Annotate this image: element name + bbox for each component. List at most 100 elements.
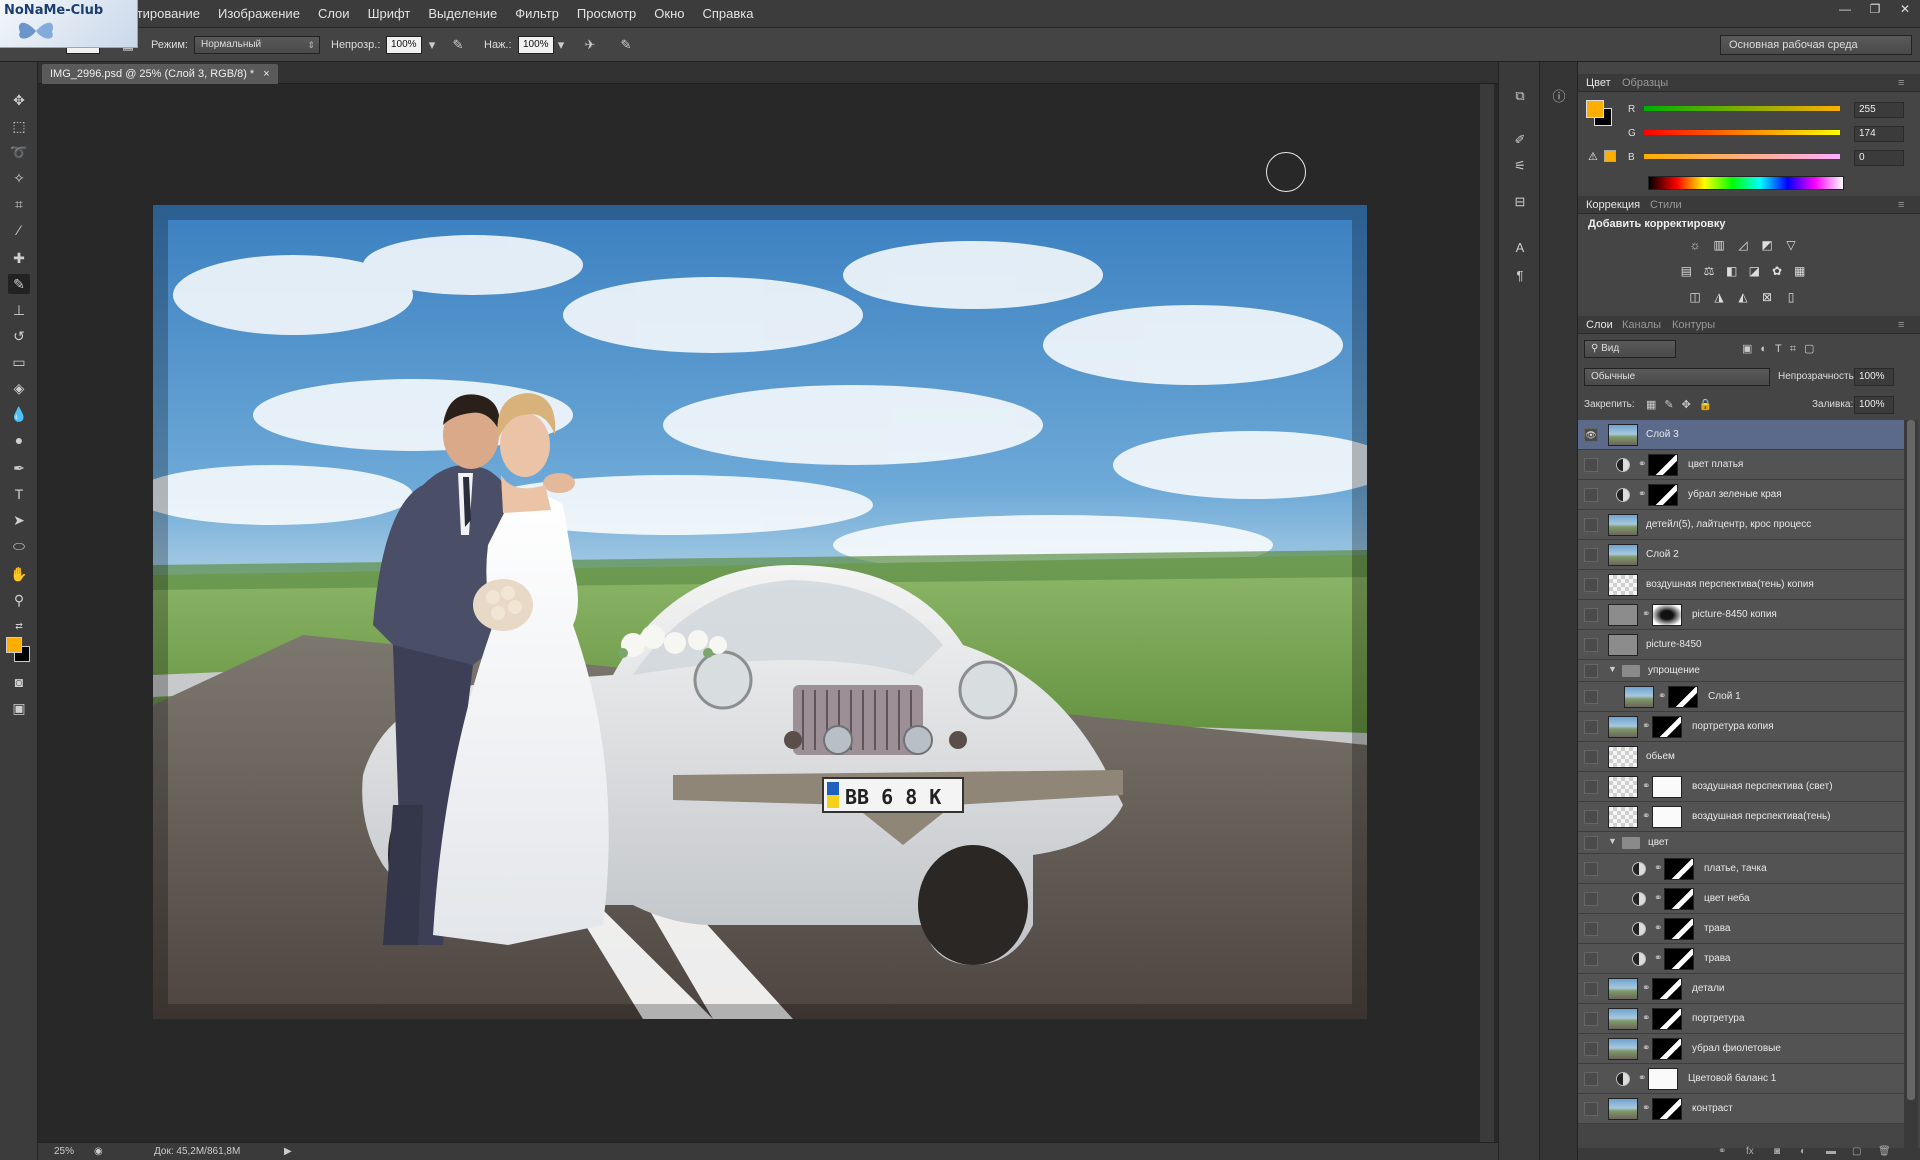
delete-layer-icon[interactable]: 🗑	[1878, 1146, 1891, 1157]
tab-layers[interactable]: Слои	[1586, 319, 1613, 331]
mask-link-icon[interactable]: ⚭	[1642, 1042, 1650, 1056]
visibility-toggle-icon[interactable]	[1584, 488, 1598, 502]
visibility-toggle-icon[interactable]	[1584, 664, 1598, 678]
layer-mask-thumbnail[interactable]	[1652, 1008, 1682, 1030]
mask-link-icon[interactable]: ⚭	[1658, 690, 1666, 704]
selective-color-icon[interactable]: ⊠	[1758, 288, 1776, 306]
red-value[interactable]: 255	[1854, 102, 1904, 118]
layer-group-row[interactable]: ▼ упрощение	[1578, 660, 1904, 682]
green-slider[interactable]: G 174	[1628, 126, 1918, 144]
type-tool-icon[interactable]: T	[8, 484, 30, 504]
visibility-toggle-icon[interactable]	[1584, 720, 1598, 734]
pen-tool-icon[interactable]: ✒	[8, 458, 30, 478]
menu-window[interactable]: Окно	[645, 6, 693, 21]
layer-row[interactable]: ⚭ детали	[1578, 974, 1904, 1004]
curves-icon[interactable]: ◿	[1734, 236, 1752, 254]
layer-opacity-field[interactable]: 100%	[1854, 368, 1894, 386]
layer-row[interactable]: ⚭ платье, тачка	[1578, 854, 1904, 884]
mask-link-icon[interactable]: ⚭	[1654, 862, 1662, 876]
eraser-tool-icon[interactable]: ▭	[8, 352, 30, 372]
mask-link-icon[interactable]: ⚭	[1642, 1012, 1650, 1026]
layer-mask-thumbnail[interactable]	[1648, 1068, 1678, 1090]
visibility-toggle-icon[interactable]	[1584, 1042, 1598, 1056]
tab-styles[interactable]: Стили	[1650, 199, 1682, 211]
layers-scroll-thumb[interactable]	[1907, 420, 1915, 1100]
menu-filter[interactable]: Фильтр	[506, 6, 568, 21]
layer-mask-thumbnail[interactable]	[1664, 858, 1694, 880]
blur-tool-icon[interactable]: 💧	[8, 404, 30, 424]
new-layer-icon[interactable]: ▢	[1852, 1146, 1861, 1157]
path-select-tool-icon[interactable]: ➤	[8, 510, 30, 530]
visibility-toggle-icon[interactable]	[1584, 1102, 1598, 1116]
blend-mode-select[interactable]: Обычные	[1584, 368, 1770, 386]
visibility-toggle-icon[interactable]	[1584, 952, 1598, 966]
close-button[interactable]: ✕	[1890, 0, 1920, 18]
layer-mask-thumbnail[interactable]	[1652, 806, 1682, 828]
quick-mask-icon[interactable]: ◙	[8, 672, 30, 692]
mask-link-icon[interactable]: ⚭	[1642, 720, 1650, 734]
black-white-icon[interactable]: ◧	[1723, 262, 1740, 280]
lock-icons[interactable]: ▦✎✥🔒	[1646, 398, 1721, 411]
mask-link-icon[interactable]: ⚭	[1642, 982, 1650, 996]
tablet-opacity-icon[interactable]: ✎	[450, 37, 466, 53]
visibility-toggle-icon[interactable]	[1584, 780, 1598, 794]
paragraph-panel-icon[interactable]: ¶	[1510, 266, 1530, 286]
new-group-icon[interactable]: ▬	[1826, 1146, 1836, 1157]
mask-link-icon[interactable]: ⚭	[1654, 952, 1662, 966]
new-adjustment-icon[interactable]: ◐	[1800, 1146, 1806, 1157]
visibility-toggle-icon[interactable]	[1584, 836, 1598, 850]
crop-tool-icon[interactable]: ⌗	[8, 194, 30, 214]
dodge-tool-icon[interactable]: ●	[8, 430, 30, 450]
exposure-icon[interactable]: ◩	[1758, 236, 1776, 254]
visibility-toggle-icon[interactable]	[1584, 548, 1598, 562]
filter-type-icons[interactable]: ▣◐T⌗▢	[1742, 342, 1822, 356]
menu-type[interactable]: Шрифт	[359, 6, 420, 21]
green-slider-track[interactable]	[1644, 130, 1840, 135]
layer-row[interactable]: ⚭ Цветовой баланс 1	[1578, 1064, 1904, 1094]
gamut-warning-icon[interactable]: ⚠	[1588, 150, 1598, 163]
document-tab[interactable]: IMG_2996.psd @ 25% (Слой 3, RGB/8) * ×	[42, 64, 278, 84]
visibility-toggle-icon[interactable]	[1584, 810, 1598, 824]
tab-color[interactable]: Цвет	[1586, 77, 1611, 89]
menu-help[interactable]: Справка	[694, 6, 763, 21]
visibility-toggle-icon[interactable]	[1584, 638, 1598, 652]
visibility-toggle-icon[interactable]: 👁	[1584, 428, 1598, 442]
visibility-toggle-icon[interactable]	[1584, 608, 1598, 622]
layer-filter-select[interactable]: ⚲ Вид	[1584, 340, 1676, 358]
visibility-toggle-icon[interactable]	[1584, 578, 1598, 592]
character-panel-icon[interactable]: A	[1510, 238, 1530, 258]
vibrance-icon[interactable]: ▽	[1782, 236, 1800, 254]
mask-link-icon[interactable]: ⚭	[1654, 892, 1662, 906]
mode-select[interactable]: Нормальный	[194, 36, 320, 54]
layer-row[interactable]: ⚭ picture-8450 копия	[1578, 600, 1904, 630]
link-layers-icon[interactable]: ⚭	[1718, 1146, 1726, 1157]
photo-filter-icon[interactable]: ◪	[1746, 262, 1763, 280]
lasso-tool-icon[interactable]: ➰	[8, 142, 30, 162]
layer-row[interactable]: ⚭ портретура копия	[1578, 712, 1904, 742]
layer-mask-thumbnail[interactable]	[1652, 1098, 1682, 1120]
menu-image[interactable]: Изображение	[209, 6, 309, 21]
layer-row[interactable]: ⚭ убрал фиолетовые	[1578, 1034, 1904, 1064]
brush-presets-icon[interactable]: ✐	[1510, 130, 1530, 150]
visibility-toggle-icon[interactable]	[1584, 862, 1598, 876]
panel-menu-icon[interactable]: ≡	[1898, 319, 1904, 331]
color-spectrum[interactable]	[1648, 176, 1844, 190]
layer-mask-thumbnail[interactable]	[1652, 716, 1682, 738]
foreground-color-swatch[interactable]	[6, 637, 22, 653]
fill-field[interactable]: 100%	[1854, 396, 1894, 414]
move-tool-icon[interactable]: ✥	[8, 90, 30, 110]
gamut-swatch[interactable]	[1604, 150, 1616, 162]
layer-row[interactable]: ⚭ трава	[1578, 914, 1904, 944]
layer-row[interactable]: picture-8450	[1578, 630, 1904, 660]
layer-mask-thumbnail[interactable]	[1652, 776, 1682, 798]
visibility-toggle-icon[interactable]	[1584, 982, 1598, 996]
visibility-toggle-icon[interactable]	[1584, 1072, 1598, 1086]
visibility-toggle-icon[interactable]	[1584, 518, 1598, 532]
layer-style-icon[interactable]: fx	[1746, 1146, 1754, 1157]
visibility-toggle-icon[interactable]	[1584, 922, 1598, 936]
document-tab-close[interactable]: ×	[263, 68, 269, 80]
airbrush-icon[interactable]: ✈	[582, 37, 598, 53]
screen-mode-icon[interactable]: ▣	[8, 698, 30, 718]
color-balance-icon[interactable]: ⚖	[1701, 262, 1718, 280]
layer-row[interactable]: ⚭ портретура	[1578, 1004, 1904, 1034]
